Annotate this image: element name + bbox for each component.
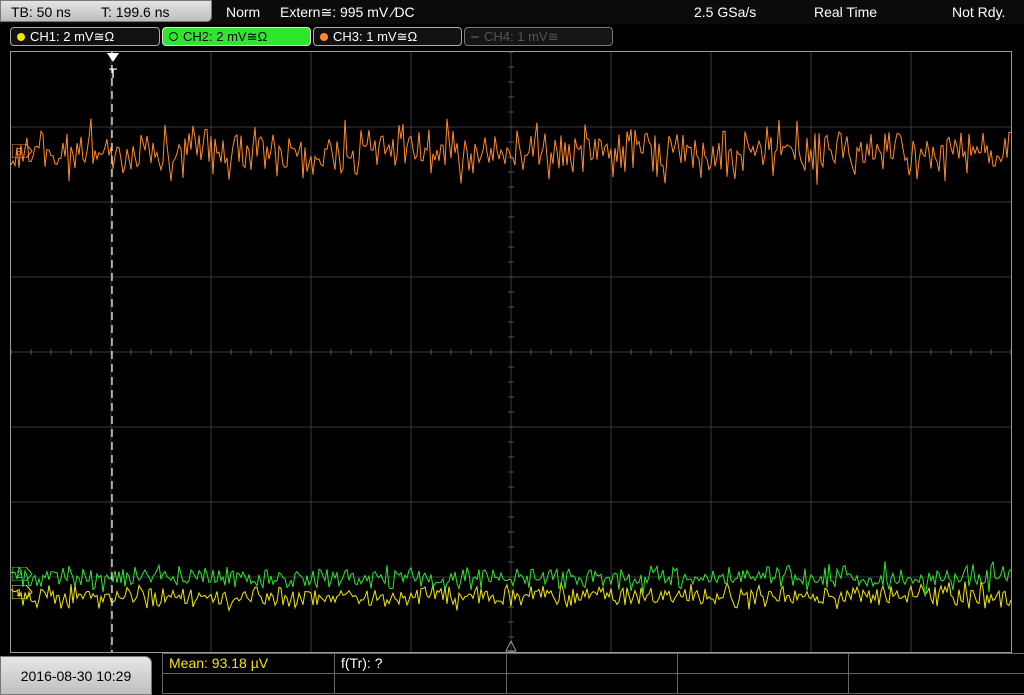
channel-tab-ch1[interactable]: CH1: 2 mV≅Ω [10,27,160,46]
measurement-slot-6[interactable] [162,673,334,694]
measurement-slot-9[interactable] [677,673,848,694]
ch3-offset-marker[interactable]: 3 [11,143,34,159]
ch4-off-icon [471,36,479,38]
measurement-slot-8[interactable] [506,673,677,694]
ch3-label: CH3: 1 mV≅Ω [333,29,418,44]
timebase-value: TB: 50 ns [11,4,71,20]
ch2-marker-label: 2 [16,570,22,581]
status-bar: TB: 50 ns T: 199.6 ns Norm Extern≅: 995 … [0,0,1024,24]
measurement-slot-10[interactable] [848,673,1024,694]
date-time: 2016-08-30 10:29 [0,656,152,695]
channel-tab-ch2[interactable]: CH2: 2 mV≅Ω [162,27,311,46]
trigger-mode[interactable]: Norm [226,0,260,24]
measurement-ftr[interactable]: f(Tr): ? [334,653,506,674]
timebase-box[interactable]: TB: 50 ns T: 199.6 ns [0,0,212,22]
measurement-slot-7[interactable] [334,673,506,694]
acquisition-state: Not Rdy. [952,4,1006,20]
trigger-position: T: 199.6 ns [101,4,170,20]
waveform-display[interactable] [10,51,1012,653]
trigger-source[interactable]: Extern≅: 995 mV ∕DC [280,0,415,24]
channel-tab-ch4[interactable]: CH4: 1 mV≅ [464,27,613,46]
ch3-marker-label: 3 [16,147,22,158]
ch2-color-dot [169,32,178,41]
graticule [11,52,1011,652]
acquisition-mode: Real Time [814,4,878,20]
ch3-color-dot [320,33,328,41]
channel-tab-ch3[interactable]: CH3: 1 mV≅Ω [313,27,462,46]
trigger-marker-label: T [109,65,118,80]
measurement-slot-4[interactable] [677,653,848,674]
ch1-label: CH1: 2 mV≅Ω [30,29,115,44]
measurement-mean[interactable]: Mean: 93.18 µV [162,653,334,674]
ch2-label: CH2: 2 mV≅Ω [183,29,268,44]
ch2-offset-marker[interactable]: 2 [11,566,34,582]
trigger-marker-icon[interactable]: T [104,52,122,81]
ch1-offset-marker[interactable]: 1 [11,584,34,600]
horizontal-position-icon [505,639,517,652]
measurement-slot-5[interactable] [848,653,1024,674]
ch4-label: CH4: 1 mV≅ [484,29,559,44]
sample-rate: 2.5 GSa/s [694,4,757,20]
measurement-panel: Mean: 93.18 µV f(Tr): ? [162,653,1024,695]
ch1-color-dot [17,33,25,41]
ch1-marker-label: 1 [16,588,22,599]
measurement-slot-3[interactable] [506,653,677,674]
